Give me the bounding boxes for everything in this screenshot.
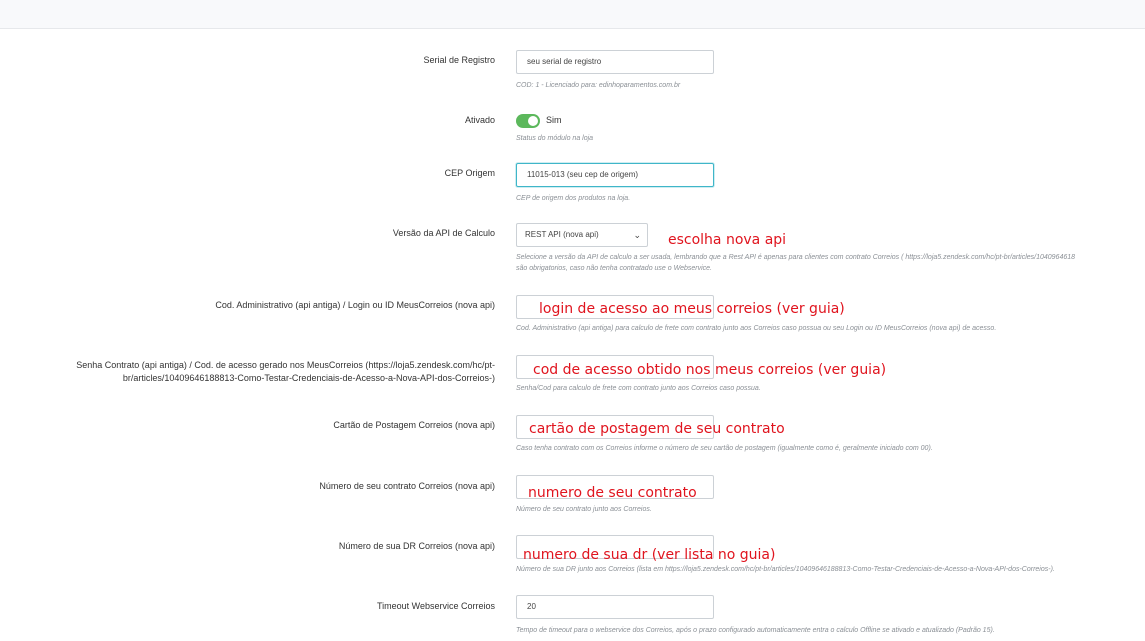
contrato-help: Número de seu contrato junto aos Correio… bbox=[516, 506, 652, 513]
ativado-help: Status do módulo na loja bbox=[516, 135, 594, 142]
dr-help: Número de sua DR junto aos Correios (lis… bbox=[516, 566, 1055, 573]
versao-api-label: Versão da API de Calculo bbox=[392, 228, 495, 238]
timeout-label: Timeout Webservice Correios bbox=[376, 601, 495, 611]
chevron-down-icon: ⌄ bbox=[633, 230, 641, 240]
versao-api-help-2: são obrigatorios, caso não tenha contrat… bbox=[516, 265, 712, 272]
versao-api-help-1: Selecione a versão da API de calculo a s… bbox=[516, 254, 1076, 261]
annotation-login: login de acesso ao meus correios (ver gu… bbox=[539, 301, 845, 317]
senha-help: Senha/Cod para calculo de frete com cont… bbox=[516, 385, 761, 392]
annotation-dr: numero de sua dr (ver lista no guia) bbox=[523, 547, 776, 563]
dr-label: Número de sua DR Correios (nova api) bbox=[338, 541, 495, 551]
annotation-cod: cod de acesso obtido nos meus correios (… bbox=[533, 362, 887, 378]
cep-label: CEP Origem bbox=[444, 168, 495, 178]
ativado-toggle-label: Sim bbox=[546, 115, 562, 125]
timeout-input[interactable]: 20 bbox=[516, 595, 714, 619]
cep-input[interactable]: 11015-013 (seu cep de origem) bbox=[516, 163, 714, 187]
annotation-cartao: cartão de postagem de seu contrato bbox=[529, 421, 785, 437]
ativado-toggle[interactable] bbox=[516, 114, 540, 128]
serial-input[interactable]: seu serial de registro bbox=[516, 50, 714, 74]
toggle-knob bbox=[528, 116, 538, 126]
timeout-help: Tempo de timeout para o webservice dos C… bbox=[516, 627, 995, 634]
cod-admin-help: Cod. Administrativo (api antiga) para ca… bbox=[516, 325, 997, 332]
cod-admin-label: Cod. Administrativo (api antiga) / Login… bbox=[215, 300, 495, 310]
cartao-help: Caso tenha contrato com os Correios info… bbox=[516, 445, 933, 452]
serial-label: Serial de Registro bbox=[423, 55, 495, 65]
cartao-label: Cartão de Postagem Correios (nova api) bbox=[333, 420, 495, 430]
versao-api-select[interactable]: REST API (nova api) ⌄ bbox=[516, 223, 648, 247]
cep-help: CEP de origem dos produtos na loja. bbox=[516, 195, 631, 202]
annotation-contrato: numero de seu contrato bbox=[528, 485, 697, 501]
ativado-label: Ativado bbox=[464, 115, 495, 125]
annotation-api: escolha nova api bbox=[668, 232, 787, 248]
top-bar bbox=[0, 0, 1145, 29]
contrato-label: Número de seu contrato Correios (nova ap… bbox=[319, 481, 495, 491]
versao-api-selected: REST API (nova api) bbox=[525, 230, 599, 239]
senha-label: Senha Contrato (api antiga) / Cod. de ac… bbox=[76, 360, 495, 383]
serial-help: COD: 1 - Licenciado para: edinhoparament… bbox=[516, 82, 681, 89]
